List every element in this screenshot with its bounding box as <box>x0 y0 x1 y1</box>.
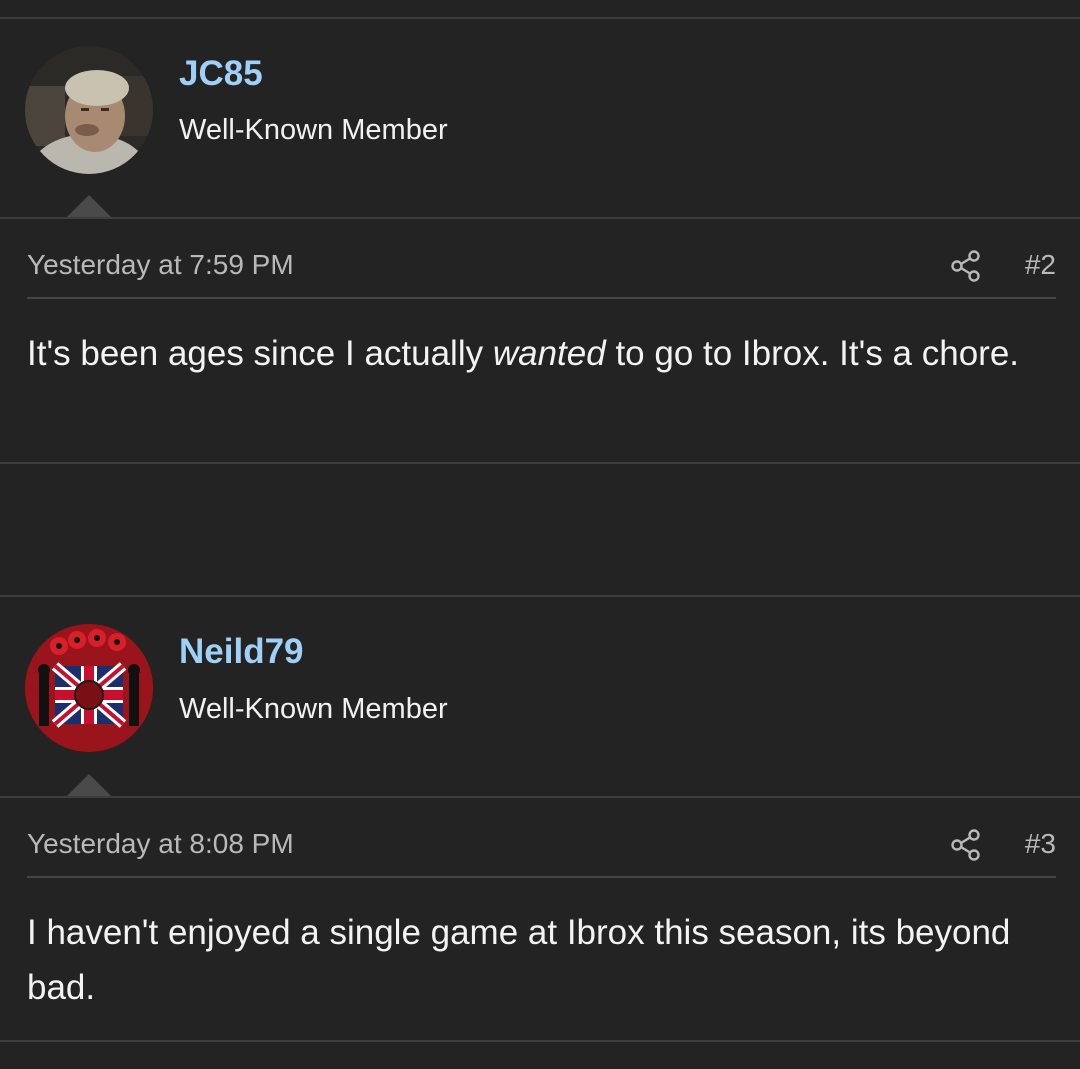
post-body: It's been ages since I actually wanted t… <box>27 326 1047 381</box>
post-start-divider <box>0 595 1080 597</box>
avatar[interactable] <box>25 46 153 174</box>
share-icon[interactable] <box>949 828 983 862</box>
username[interactable]: Neild79 <box>179 632 304 672</box>
avatar[interactable] <box>25 624 153 752</box>
post-body-text: I haven't enjoyed a single game at Ibrox… <box>27 913 1011 1007</box>
post-header-divider <box>0 796 1080 798</box>
message-arrow <box>65 774 113 798</box>
post-meta: Yesterday at 7:59 PM #2 <box>27 249 1056 289</box>
post-body-emphasis: wanted <box>492 334 606 373</box>
user-title: Well-Known Member <box>179 693 448 725</box>
meta-divider <box>27 297 1056 299</box>
meta-divider <box>27 876 1056 878</box>
post-body: I haven't enjoyed a single game at Ibrox… <box>27 905 1047 1015</box>
union-flag-poppy-avatar <box>25 624 153 752</box>
post-body-text: to go to Ibrox. It's a chore. <box>605 334 1020 373</box>
share-icon[interactable] <box>949 249 983 283</box>
username[interactable]: JC85 <box>179 54 263 94</box>
user-photo-avatar <box>25 46 153 174</box>
post-body-text: It's been ages since I actually <box>27 334 493 373</box>
post-timestamp[interactable]: Yesterday at 8:08 PM <box>27 828 294 860</box>
post-timestamp[interactable]: Yesterday at 7:59 PM <box>27 249 294 281</box>
post-meta: Yesterday at 8:08 PM #3 <box>27 828 1056 868</box>
post-number[interactable]: #3 <box>1025 828 1056 860</box>
post-end-divider <box>0 462 1080 464</box>
user-title: Well-Known Member <box>179 114 448 146</box>
post-number[interactable]: #2 <box>1025 249 1056 281</box>
post-header-divider <box>0 217 1080 219</box>
top-divider <box>0 17 1080 19</box>
message-arrow <box>65 195 113 219</box>
post-end-divider <box>0 1040 1080 1042</box>
